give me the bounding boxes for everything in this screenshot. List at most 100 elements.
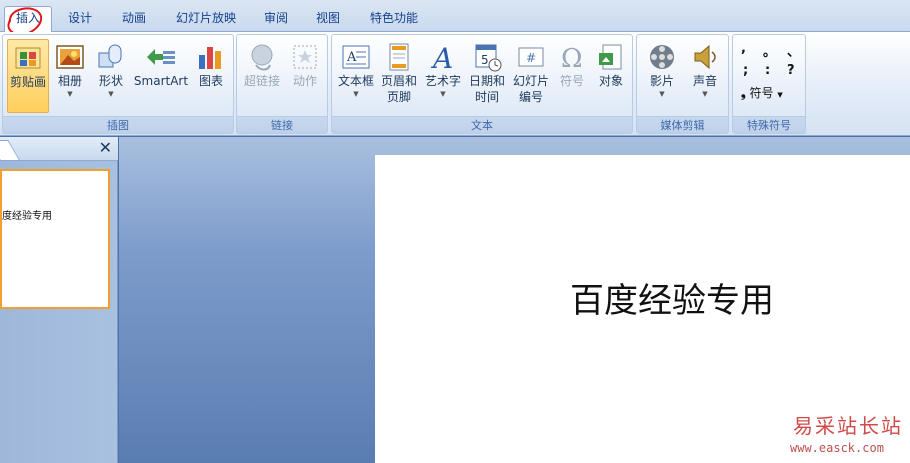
symbol-period[interactable]: 。: [763, 41, 776, 60]
slide-thumbnail-text: 度经验专用: [2, 211, 52, 222]
slide-number-button[interactable]: # 幻灯片 编号: [510, 39, 552, 113]
slides-panel: ✕ 度经验专用: [0, 137, 118, 463]
symbol-question[interactable]: ?: [787, 63, 795, 78]
ribbon: 剪贴画 相册 ▼ 形状 ▼ SmartArt 图表 插图 超链接 动作 链接 A…: [0, 32, 910, 136]
sound-label: 声音: [692, 74, 717, 88]
shapes-button[interactable]: 形状 ▼: [91, 39, 131, 113]
header-footer-button[interactable]: 页眉和 页脚: [378, 39, 420, 113]
action-button[interactable]: 动作: [285, 39, 325, 113]
album-icon: [56, 45, 84, 69]
tab-view[interactable]: 视图: [308, 7, 348, 31]
special-symbol-label: 符号: [749, 86, 774, 100]
symbol-button[interactable]: Ω 符号: [554, 39, 590, 113]
movie-dropdown-arrow-icon: ▼: [659, 90, 665, 98]
tab-special-features[interactable]: 特色功能: [364, 7, 424, 31]
slide-thumbnail[interactable]: 度经验专用: [0, 169, 110, 309]
chart-button[interactable]: 图表: [191, 39, 231, 113]
wordart-dropdown-arrow-icon: ▼: [440, 90, 446, 98]
object-button[interactable]: 对象: [592, 39, 630, 113]
symbol-label: 符号: [559, 74, 584, 88]
svg-text:5: 5: [481, 53, 489, 67]
wordart-icon: A: [430, 42, 453, 73]
smartart-label: SmartArt: [133, 74, 189, 88]
slides-panel-tab[interactable]: [0, 140, 20, 160]
album-button[interactable]: 相册 ▼: [51, 39, 89, 113]
ribbon-tab-bar: 插入 设计 动画 幻灯片放映 审阅 视图 特色功能: [0, 0, 910, 36]
page-icon: [389, 43, 409, 71]
svg-text:A: A: [346, 50, 357, 65]
symbol-bullet-icon: ❟: [741, 86, 746, 100]
symbol-enum-comma[interactable]: 、: [787, 41, 800, 60]
symbol-colon[interactable]: :: [765, 63, 770, 78]
special-symbol-dropdown-arrow-icon: ▼: [777, 91, 783, 99]
group-special-symbols: , 。 、 ; : ? ❟ 符号 ▼ 特殊符号: [732, 34, 806, 134]
movie-button[interactable]: 影片 ▼: [641, 39, 683, 113]
group-special-symbols-label: 特殊符号: [733, 116, 805, 133]
clipart-icon: [15, 47, 41, 69]
textbox-button[interactable]: A 文本框 ▼: [336, 39, 376, 113]
wordart-label: 艺术字: [424, 74, 461, 88]
header-footer-label-line1: 页眉和: [380, 74, 417, 88]
textbox-label: 文本框: [337, 74, 374, 88]
sound-button[interactable]: 声音 ▼: [685, 39, 725, 113]
datetime-label-line1: 日期和: [468, 74, 505, 88]
header-footer-label-line2: 页脚: [386, 90, 411, 104]
tab-slideshow[interactable]: 幻灯片放映: [170, 7, 242, 31]
datetime-label-line2: 时间: [474, 90, 499, 104]
hyperlink-button[interactable]: 超链接: [241, 39, 283, 113]
shapes-dropdown-arrow-icon: ▼: [108, 90, 114, 98]
slide-title-text[interactable]: 百度经验专用: [570, 273, 774, 322]
omega-icon: Ω: [561, 44, 583, 73]
wordart-button[interactable]: A 艺术字 ▼: [422, 39, 464, 113]
clipart-label: 剪贴画: [9, 75, 46, 89]
action-star-icon: [293, 45, 317, 69]
textbox-dropdown-arrow-icon: ▼: [353, 90, 359, 98]
slide-number-label-line2: 编号: [518, 90, 543, 104]
special-symbol-button[interactable]: ❟ 符号 ▼: [741, 84, 783, 101]
movie-label: 影片: [649, 74, 674, 88]
svg-text:Ω: Ω: [561, 44, 583, 73]
globe-link-icon: [251, 44, 273, 71]
speaker-icon: [694, 44, 716, 70]
tab-review[interactable]: 审阅: [256, 7, 296, 31]
watermark-url: www.easck.com: [790, 441, 884, 455]
album-dropdown-arrow-icon: ▼: [67, 90, 73, 98]
textbox-icon: A: [342, 45, 370, 69]
chart-label: 图表: [198, 74, 223, 88]
slides-panel-header: ✕: [0, 137, 118, 161]
group-illustrations-label: 插图: [3, 116, 233, 133]
svg-text:#: #: [526, 51, 536, 65]
shapes-label: 形状: [98, 74, 123, 88]
slide-number-icon: #: [518, 47, 544, 67]
watermark-text: 易采站长站: [793, 414, 903, 438]
group-links: 超链接 动作 链接: [236, 34, 328, 134]
slide-number-label-line1: 幻灯片: [512, 74, 549, 88]
object-icon: [599, 44, 622, 70]
symbol-semicolon[interactable]: ;: [743, 63, 748, 78]
object-label: 对象: [598, 74, 623, 88]
group-text: A 文本框 ▼ 页眉和 页脚 A 艺术字 ▼ 5 日期和 时间 # 幻灯片 编号…: [331, 34, 633, 134]
smartart-button[interactable]: SmartArt: [133, 39, 189, 113]
calendar-icon: 5: [475, 44, 502, 72]
datetime-button[interactable]: 5 日期和 时间: [466, 39, 508, 113]
group-illustrations: 剪贴画 相册 ▼ 形状 ▼ SmartArt 图表 插图: [2, 34, 234, 134]
svg-text:A: A: [430, 42, 453, 73]
tab-insert-label: 插入: [15, 11, 40, 25]
tab-insert[interactable]: 插入: [4, 6, 52, 32]
shapes-icon: [98, 44, 122, 68]
album-label: 相册: [57, 74, 82, 88]
film-reel-icon: [650, 45, 674, 69]
symbol-comma[interactable]: ,: [741, 41, 746, 56]
group-media-label: 媒体剪辑: [637, 116, 728, 133]
chart-icon: [199, 47, 221, 69]
clipart-button[interactable]: 剪贴画: [7, 39, 49, 113]
sound-dropdown-arrow-icon: ▼: [702, 90, 708, 98]
hyperlink-label: 超链接: [243, 74, 280, 88]
tab-design[interactable]: 设计: [60, 7, 100, 31]
group-links-label: 链接: [237, 116, 327, 133]
close-icon[interactable]: ✕: [99, 139, 112, 157]
smartart-icon: [147, 49, 175, 65]
slide-editing-area: 百度经验专用: [119, 137, 910, 463]
action-label: 动作: [292, 74, 317, 88]
tab-animation[interactable]: 动画: [114, 7, 154, 31]
